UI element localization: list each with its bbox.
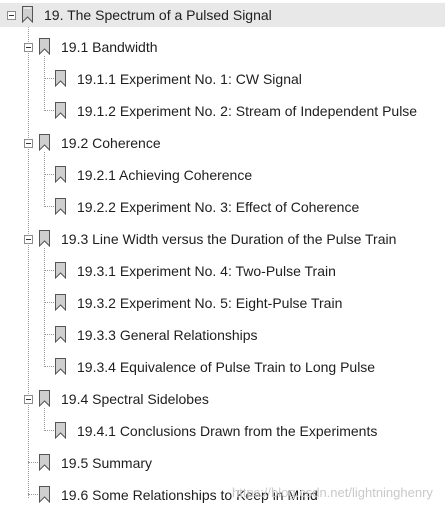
bookmark-label: 19.2.2 Experiment No. 3: Effect of Coher… [77,199,360,215]
bookmark-label: 19.3.3 General Relationships [77,327,258,343]
bookmark-item[interactable]: 19.4 Spectral Sidelobes [0,387,445,411]
bookmark-label: 19. The Spectrum of a Pulsed Signal [44,7,272,23]
bookmark-item[interactable]: 19.3.2 Experiment No. 5: Eight-Pulse Tra… [0,291,445,315]
bookmark-label: 19.4.1 Conclusions Drawn from the Experi… [77,423,378,439]
bookmark-item[interactable]: 19.1.1 Experiment No. 1: CW Signal [0,67,445,91]
bookmark-item[interactable]: 19.3.3 General Relationships [0,323,445,347]
bookmark-icon [39,454,50,471]
bookmark-icon [55,326,66,343]
bookmark-label: 19.5 Summary [61,455,153,471]
bookmark-item[interactable]: 19.5 Summary [0,451,445,475]
bookmark-item[interactable]: 19.2.1 Achieving Coherence [0,163,445,187]
bookmark-label: 19.1.2 Experiment No. 2: Stream of Indep… [77,103,418,119]
bookmark-item[interactable]: 19.3.1 Experiment No. 4: Two-Pulse Train [0,259,445,283]
collapse-minus-icon[interactable] [24,235,33,244]
bookmark-item[interactable]: 19.3.4 Equivalence of Pulse Train to Lon… [0,355,445,379]
bookmark-icon [55,358,66,375]
bookmarks-tree: 19. The Spectrum of a Pulsed Signal 19.1… [0,0,445,513]
bookmark-label: 19.3.4 Equivalence of Pulse Train to Lon… [77,359,376,375]
bookmark-icon [22,6,33,23]
bookmark-icon [55,198,66,215]
collapse-minus-icon[interactable] [24,139,33,148]
bookmark-label: 19.1 Bandwidth [61,39,158,55]
bookmark-label: 19.3.1 Experiment No. 4: Two-Pulse Train [77,263,336,279]
bookmark-icon [55,166,66,183]
bookmark-item[interactable]: 19.2 Coherence [0,131,445,155]
bookmark-icon [39,230,50,247]
bookmark-icon [55,422,66,439]
bookmark-item[interactable]: 19.1 Bandwidth [0,35,445,59]
collapse-minus-icon[interactable] [24,395,33,404]
collapse-minus-icon[interactable] [24,43,33,52]
bookmark-label: 19.1.1 Experiment No. 1: CW Signal [77,71,302,87]
bookmark-item[interactable]: 19.2.2 Experiment No. 3: Effect of Coher… [0,195,445,219]
bookmark-label: 19.3 Line Width versus the Duration of t… [61,231,397,247]
bookmark-icon [55,102,66,119]
bookmark-icon [55,262,66,279]
bookmark-item[interactable]: 19.4.1 Conclusions Drawn from the Experi… [0,419,445,443]
bookmark-item[interactable]: 19. The Spectrum of a Pulsed Signal [0,3,445,27]
bookmark-icon [39,486,50,503]
bookmark-icon [39,390,50,407]
collapse-minus-icon[interactable] [7,11,16,20]
bookmark-icon [55,70,66,87]
bookmark-icon [39,134,50,151]
bookmark-label: 19.2.1 Achieving Coherence [77,167,253,183]
bookmark-label: 19.3.2 Experiment No. 5: Eight-Pulse Tra… [77,295,343,311]
watermark-text: https://blog.csdn.net/lightninghenry [232,485,433,500]
bookmark-label: 19.2 Coherence [61,135,161,151]
bookmark-icon [55,294,66,311]
bookmark-label: 19.4 Spectral Sidelobes [61,391,209,407]
bookmark-icon [39,38,50,55]
bookmark-item[interactable]: 19.3 Line Width versus the Duration of t… [0,227,445,251]
bookmark-item[interactable]: 19.1.2 Experiment No. 2: Stream of Indep… [0,99,445,123]
